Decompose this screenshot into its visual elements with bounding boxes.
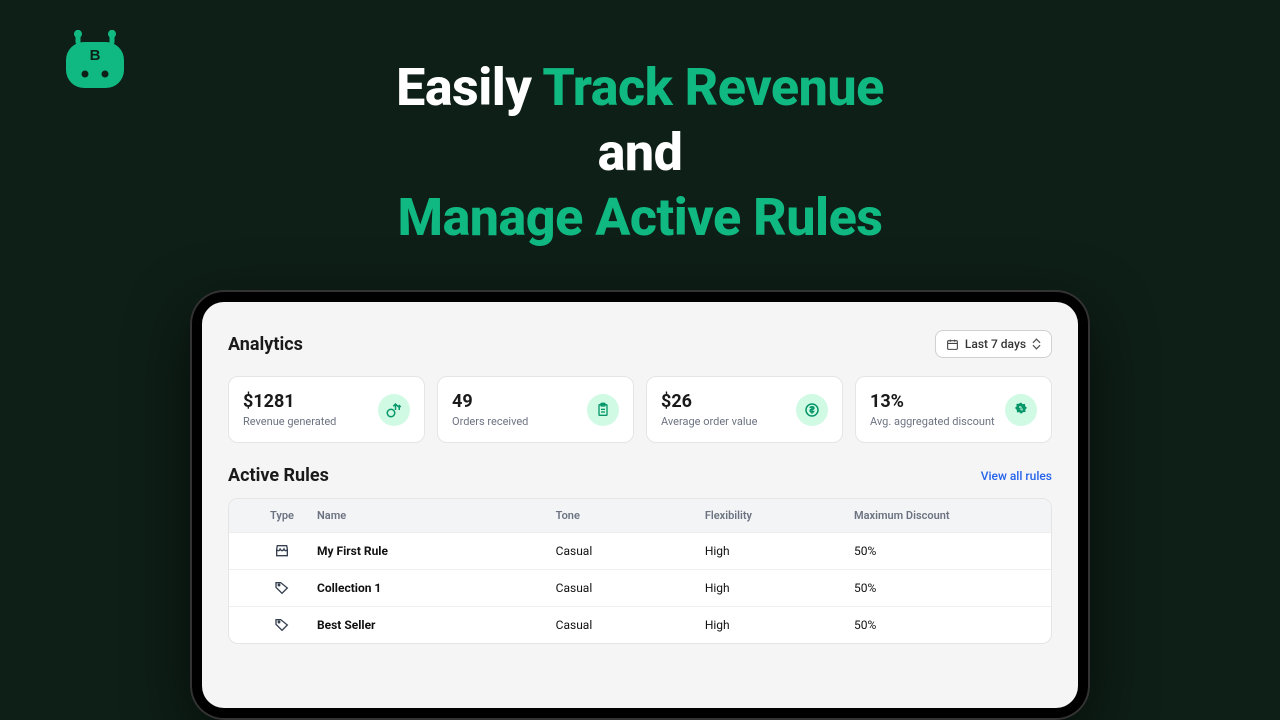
stat-value: 13% (870, 391, 995, 412)
table-row[interactable]: Best Seller Casual High 50% (229, 606, 1051, 643)
app-screen: Analytics Last 7 days $1281 Revenue gene… (202, 302, 1078, 708)
headline-text-1: Easily (396, 57, 542, 118)
stat-discount: 13% Avg. aggregated discount % (855, 376, 1052, 443)
stat-revenue: $1281 Revenue generated (228, 376, 425, 443)
rule-tone: Casual (556, 544, 705, 558)
device-frame: Analytics Last 7 days $1281 Revenue gene… (190, 290, 1090, 720)
analytics-title: Analytics (228, 334, 303, 355)
col-tone: Tone (556, 509, 705, 522)
active-rules-title: Active Rules (228, 465, 329, 486)
date-filter-label: Last 7 days (965, 337, 1026, 351)
rule-max-discount: 50% (854, 581, 1033, 595)
table-row[interactable]: My First Rule Casual High 50% (229, 532, 1051, 569)
stat-label: Average order value (661, 415, 757, 428)
stat-value: 49 (452, 391, 528, 412)
marketing-headline: Easily Track Revenue and Manage Active R… (0, 55, 1280, 250)
rule-name: My First Rule (317, 544, 556, 558)
col-flexibility: Flexibility (705, 509, 854, 522)
rule-name: Best Seller (317, 618, 556, 632)
revenue-icon (378, 394, 410, 426)
rule-max-discount: 50% (854, 544, 1033, 558)
table-header: Type Name Tone Flexibility Maximum Disco… (229, 499, 1051, 532)
sort-icon (1032, 338, 1041, 350)
rule-flexibility: High (705, 581, 854, 595)
discount-icon: % (1005, 394, 1037, 426)
stat-aov: $26 Average order value (646, 376, 843, 443)
view-all-rules-link[interactable]: View all rules (981, 469, 1052, 483)
rule-flexibility: High (705, 544, 854, 558)
calendar-icon (946, 338, 959, 351)
rule-tone: Casual (556, 618, 705, 632)
rule-name: Collection 1 (317, 581, 556, 595)
store-icon (274, 543, 290, 559)
date-range-filter[interactable]: Last 7 days (935, 330, 1052, 358)
stat-value: $1281 (243, 391, 336, 412)
stat-label: Revenue generated (243, 415, 336, 428)
rule-max-discount: 50% (854, 618, 1033, 632)
rule-flexibility: High (705, 618, 854, 632)
stats-grid: $1281 Revenue generated 49 Orders receiv… (228, 376, 1052, 443)
stat-value: $26 (661, 391, 757, 412)
headline-text-2: Track Revenue (542, 57, 883, 118)
col-max-discount: Maximum Discount (854, 509, 1033, 522)
rules-table: Type Name Tone Flexibility Maximum Disco… (228, 498, 1052, 644)
headline-text-3: and (598, 122, 683, 183)
table-row[interactable]: Collection 1 Casual High 50% (229, 569, 1051, 606)
col-name: Name (317, 509, 556, 522)
tag-icon (274, 617, 290, 633)
svg-text:%: % (1019, 405, 1024, 412)
dollar-icon (796, 394, 828, 426)
clipboard-icon (587, 394, 619, 426)
col-type: Type (247, 509, 317, 522)
rule-tone: Casual (556, 581, 705, 595)
stat-label: Avg. aggregated discount (870, 415, 995, 428)
tag-icon (274, 580, 290, 596)
stat-orders: 49 Orders received (437, 376, 634, 443)
stat-label: Orders received (452, 415, 528, 428)
headline-text-4: Manage Active Rules (398, 187, 883, 248)
